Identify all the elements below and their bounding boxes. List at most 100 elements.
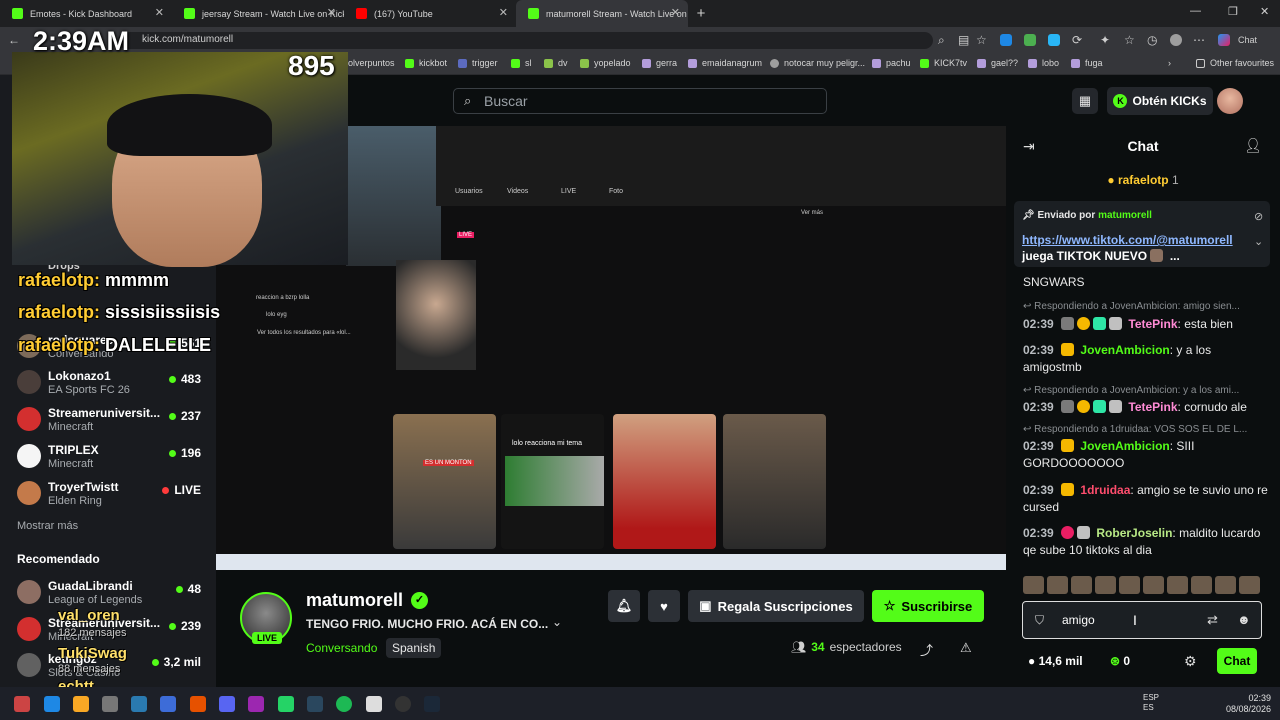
sidebar-channel[interactable]: Lokonazo1 EA Sports FC 26 483: [17, 367, 207, 401]
steam-icon[interactable]: [424, 696, 440, 712]
bookmark-item[interactable]: lobo: [1028, 58, 1059, 68]
chat-username[interactable]: TetePink: [1128, 400, 1177, 414]
chat-username[interactable]: RoberJoselin: [1096, 526, 1172, 540]
extension-icon[interactable]: [1024, 34, 1036, 46]
top-gifter[interactable]: ● rafaelotp 1: [1006, 173, 1280, 187]
extension-icon[interactable]: [1000, 34, 1012, 46]
library-icon[interactable]: ▦: [1072, 88, 1098, 114]
search-input[interactable]: ⌕ Buscar: [453, 88, 827, 114]
chat-reply-context[interactable]: ↩ Respondiendo a JovenAmbicion: amigo si…: [1023, 301, 1268, 312]
sidebar-channel[interactable]: TroyerTwistt Elden Ring LIVE: [17, 478, 207, 512]
browser-tab-youtube[interactable]: (167) YouTube ✕: [344, 0, 516, 27]
bookmark-item[interactable]: trigger: [458, 58, 498, 68]
language-indicator[interactable]: ESP ES: [1143, 693, 1159, 713]
bookmark-item[interactable]: yopelado: [580, 58, 631, 68]
emote-icon[interactable]: [1047, 576, 1068, 594]
other-favourites[interactable]: Other favourites: [1196, 58, 1274, 68]
expand-title-chevron-icon[interactable]: ⌄: [552, 615, 562, 629]
bookmark-item[interactable]: emaidanagrum: [688, 58, 762, 68]
show-more-link[interactable]: Mostrar más: [17, 520, 78, 532]
chat-reply-context[interactable]: ↩ Respondiendo a JovenAmbicion: y a los …: [1023, 385, 1268, 396]
browser-tab-kick-dashboard[interactable]: Emotes - Kick Dashboard ✕: [0, 0, 172, 27]
emote-icon[interactable]: [1119, 576, 1140, 594]
bookmark-item[interactable]: kickbot: [405, 58, 447, 68]
settings-icon[interactable]: [102, 696, 118, 712]
streamer-name[interactable]: matumorell: [306, 590, 403, 611]
history-icon[interactable]: ◷: [1147, 33, 1157, 47]
chat-username[interactable]: 1druidaa: [1080, 483, 1130, 497]
notification-bell-button[interactable]: 🔔︎: [608, 590, 640, 622]
close-tab-icon[interactable]: ✕: [327, 6, 336, 19]
browser-tab-matumorell[interactable]: matumorell Stream - Watch Live on Kick ✕: [516, 0, 688, 27]
emote-icon[interactable]: [1167, 576, 1188, 594]
more-menu-icon[interactable]: ⋯: [1193, 33, 1205, 47]
send-chat-button[interactable]: Chat: [1217, 648, 1257, 674]
bookmark-item[interactable]: notocar muy peligr...: [770, 58, 865, 68]
emote-icon[interactable]: [1095, 576, 1116, 594]
emote-icon[interactable]: [1215, 576, 1236, 594]
close-tab-icon[interactable]: ✕: [155, 6, 164, 19]
back-icon[interactable]: ←: [8, 33, 20, 47]
chat-reply-context[interactable]: ↩ Respondiendo a 1druidaa: VOS SOS EL DE…: [1023, 424, 1268, 435]
bookmark-item[interactable]: gerra: [642, 58, 677, 68]
emote-icon[interactable]: [1143, 576, 1164, 594]
bookmark-item[interactable]: fuga: [1071, 58, 1103, 68]
app-icon[interactable]: [160, 696, 176, 712]
chat-username[interactable]: JovenAmbicion: [1080, 343, 1169, 357]
sidebar-channel[interactable]: GuadaLibrandi League of Legends 48: [17, 577, 207, 611]
folder-icon[interactable]: [73, 696, 89, 712]
get-kicks-button[interactable]: K Obtén KICKs: [1107, 87, 1213, 115]
pinned-link[interactable]: https://www.tiktok.com/@matumorell: [1022, 233, 1233, 247]
hide-pin-icon[interactable]: ⊘: [1254, 210, 1263, 223]
app-icon[interactable]: [190, 696, 206, 712]
close-window-icon[interactable]: ✕: [1260, 5, 1269, 18]
minimize-icon[interactable]: —: [1190, 5, 1201, 17]
close-tab-icon[interactable]: ✕: [671, 6, 680, 19]
app-icon[interactable]: [131, 696, 147, 712]
chat-users-icon[interactable]: 👤︎: [1244, 137, 1262, 154]
emote-icon[interactable]: [1239, 576, 1260, 594]
bookmark-item[interactable]: sl: [511, 58, 532, 68]
extension-icon[interactable]: [1048, 34, 1060, 46]
profile-avatar-icon[interactable]: [1170, 34, 1182, 46]
sidebar-channel[interactable]: Streameruniversit... Minecraft 237: [17, 404, 207, 438]
bookmark-star-icon[interactable]: ☆: [976, 33, 987, 47]
favorites-icon[interactable]: ☆: [1124, 33, 1135, 47]
share-icon[interactable]: ⤴: [920, 640, 933, 659]
follow-heart-button[interactable]: ♥: [648, 590, 680, 622]
emote-icon[interactable]: [1191, 576, 1212, 594]
chat-input-value[interactable]: amigo: [1062, 613, 1095, 627]
channel-points[interactable]: ● 14,6 mil: [1028, 654, 1083, 668]
maximize-icon[interactable]: ❐: [1228, 5, 1238, 18]
bookmarks-overflow-icon[interactable]: ›: [1168, 58, 1171, 68]
refresh-icon[interactable]: ⟳: [1072, 33, 1082, 47]
browser-tab-jeersay[interactable]: jeersay Stream - Watch Live on Kick ✕: [172, 0, 344, 27]
bookmark-item[interactable]: dv: [544, 58, 568, 68]
chat-username[interactable]: TetePink: [1128, 317, 1177, 331]
gear-icon[interactable]: ⚙: [1184, 653, 1197, 670]
bookmark-item[interactable]: gael??: [977, 58, 1018, 68]
bookmark-item[interactable]: olverpuntos: [348, 58, 395, 68]
kicks-balance[interactable]: ⊛ 0: [1110, 654, 1130, 668]
language-tag[interactable]: Spanish: [386, 638, 442, 658]
copilot-icon[interactable]: [1218, 34, 1230, 46]
chat-username[interactable]: JovenAmbicion: [1080, 439, 1169, 453]
system-clock[interactable]: 02:39 08/08/2026: [1226, 693, 1271, 715]
chat-input[interactable]: ⛉ amigo I ⇄ ☻: [1022, 601, 1262, 639]
whatsapp-icon[interactable]: [278, 696, 294, 712]
zoom-icon[interactable]: ⌕: [938, 33, 945, 48]
edge-icon[interactable]: [44, 696, 60, 712]
emote-icon[interactable]: [1071, 576, 1092, 594]
subscribe-button[interactable]: ☆ Suscribirse: [872, 590, 984, 622]
gift-subs-button[interactable]: ▣ Regala Suscripciones: [688, 590, 864, 622]
app-icon[interactable]: [366, 696, 382, 712]
stream-category-link[interactable]: Conversando: [306, 641, 377, 655]
copilot-chat-label[interactable]: Chat: [1238, 35, 1257, 45]
app-icon[interactable]: [14, 696, 30, 712]
emoji-icon[interactable]: ☻: [1237, 612, 1251, 627]
translate-icon[interactable]: ⇄: [1207, 612, 1218, 628]
pinned-message[interactable]: 📌︎ Enviado por matumorell https://www.ti…: [1014, 201, 1270, 267]
report-warning-icon[interactable]: ⚠: [960, 640, 972, 656]
sidebar-channel[interactable]: TRIPLEX Minecraft 196: [17, 441, 207, 475]
user-avatar[interactable]: [1217, 88, 1243, 114]
